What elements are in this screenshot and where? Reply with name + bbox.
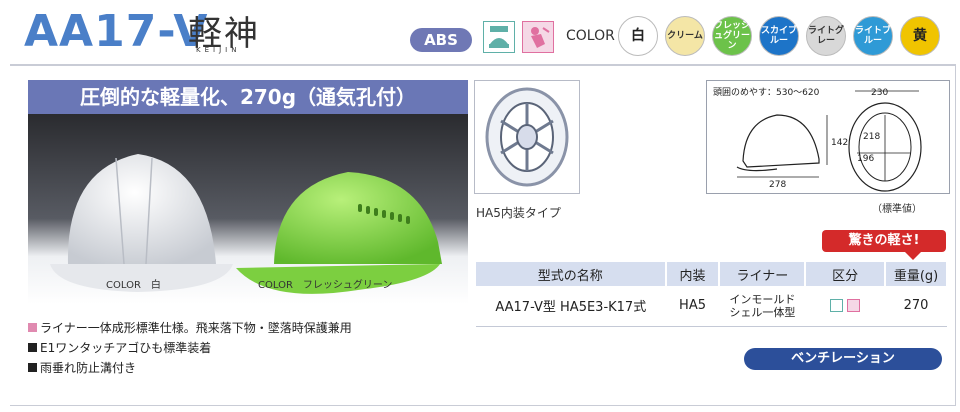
- series-roman: KEIJIN: [196, 46, 241, 54]
- dim-218: 218: [863, 132, 880, 142]
- standard-value-note: （標準値）: [872, 204, 922, 215]
- fall-protection-icon: [522, 21, 554, 53]
- model-number: AA17-V: [24, 6, 209, 57]
- color-swatch: ライトグレー: [806, 16, 846, 56]
- caption-green: COLOR フレッシュグリーン: [258, 280, 393, 291]
- color-label: COLOR: [566, 28, 615, 44]
- liner-caption: HA5内装タイプ: [476, 206, 561, 220]
- color-swatch: 黄: [900, 16, 940, 56]
- fall-protection-mini-icon: [847, 299, 861, 313]
- col-interior: 内装: [665, 262, 721, 286]
- falling-object-protection-icon: [483, 21, 515, 53]
- dimension-diagram: 頭囲のめやす：530～620 142 278 230 218 196: [706, 80, 950, 194]
- feature-text: E1ワンタッチアゴひも標準装着: [40, 341, 212, 355]
- dim-142: 142: [831, 138, 848, 148]
- color-swatch: スカイブルー: [759, 16, 799, 56]
- col-liner: ライナー: [719, 262, 807, 286]
- dim-230: 230: [871, 88, 888, 98]
- hero-stage: [28, 114, 468, 304]
- badge-arrow: [905, 252, 921, 260]
- bullet-square-icon: [28, 323, 37, 332]
- head-range: 頭囲のめやす：530～620: [713, 87, 820, 98]
- lightness-badge: 驚きの軽さ!: [822, 230, 946, 252]
- feature-text: 雨垂れ防止溝付き: [40, 361, 137, 375]
- material-badge: ABS: [410, 28, 472, 52]
- color-swatch: 白: [618, 16, 658, 56]
- list-item: E1ワンタッチアゴひも標準装着: [28, 338, 352, 358]
- cell-weight: 270: [885, 286, 947, 327]
- col-weight: 重量(g): [885, 262, 948, 286]
- spec-table: 型式の名称 内装 ライナー 区分 重量(g) AA17-V型 HA5E3-K17…: [476, 262, 948, 327]
- bullet-square-icon: [28, 363, 37, 372]
- hero-banner: 圧倒的な軽量化、270g（通気孔付）: [28, 80, 468, 114]
- helmet-photos: [50, 154, 442, 294]
- dim-278: 278: [769, 180, 786, 190]
- hero-photo-panel: 圧倒的な軽量化、270g（通気孔付）: [28, 80, 468, 304]
- cell-interior: HA5: [665, 286, 720, 327]
- col-model-name: 型式の名称: [476, 262, 667, 286]
- col-class: 区分: [805, 262, 887, 286]
- bullet-square-icon: [28, 343, 37, 352]
- white-helmet: [50, 154, 233, 292]
- falling-object-mini-icon: [830, 299, 844, 313]
- table-row: AA17-V型 HA5E3-K17式 HA5 インモールド シェル一体型 270: [476, 286, 947, 327]
- cell-liner: インモールド シェル一体型: [719, 286, 806, 327]
- color-swatch: フレッシュグリーン: [712, 16, 752, 56]
- liner-text: インモールド シェル一体型: [729, 292, 796, 319]
- ventilation-label: ベンチレーション: [744, 348, 942, 370]
- caption-white: COLOR 白: [106, 280, 161, 291]
- color-swatch: ライトブルー: [853, 16, 893, 56]
- list-item: 雨垂れ防止溝付き: [28, 358, 352, 378]
- feature-list: ライナー一体成形標準仕様。飛来落下物・墜落時保護兼用 E1ワンタッチアゴひも標準…: [28, 318, 352, 378]
- liner-photo: [474, 80, 580, 194]
- cell-model-name: AA17-V型 HA5E3-K17式: [476, 286, 666, 327]
- cell-class: [805, 286, 886, 327]
- color-swatch: クリーム: [665, 16, 705, 56]
- dim-196: 196: [857, 154, 874, 164]
- feature-text: ライナー一体成形標準仕様。飛来落下物・墜落時保護兼用: [40, 321, 352, 335]
- list-item: ライナー一体成形標準仕様。飛来落下物・墜落時保護兼用: [28, 318, 352, 338]
